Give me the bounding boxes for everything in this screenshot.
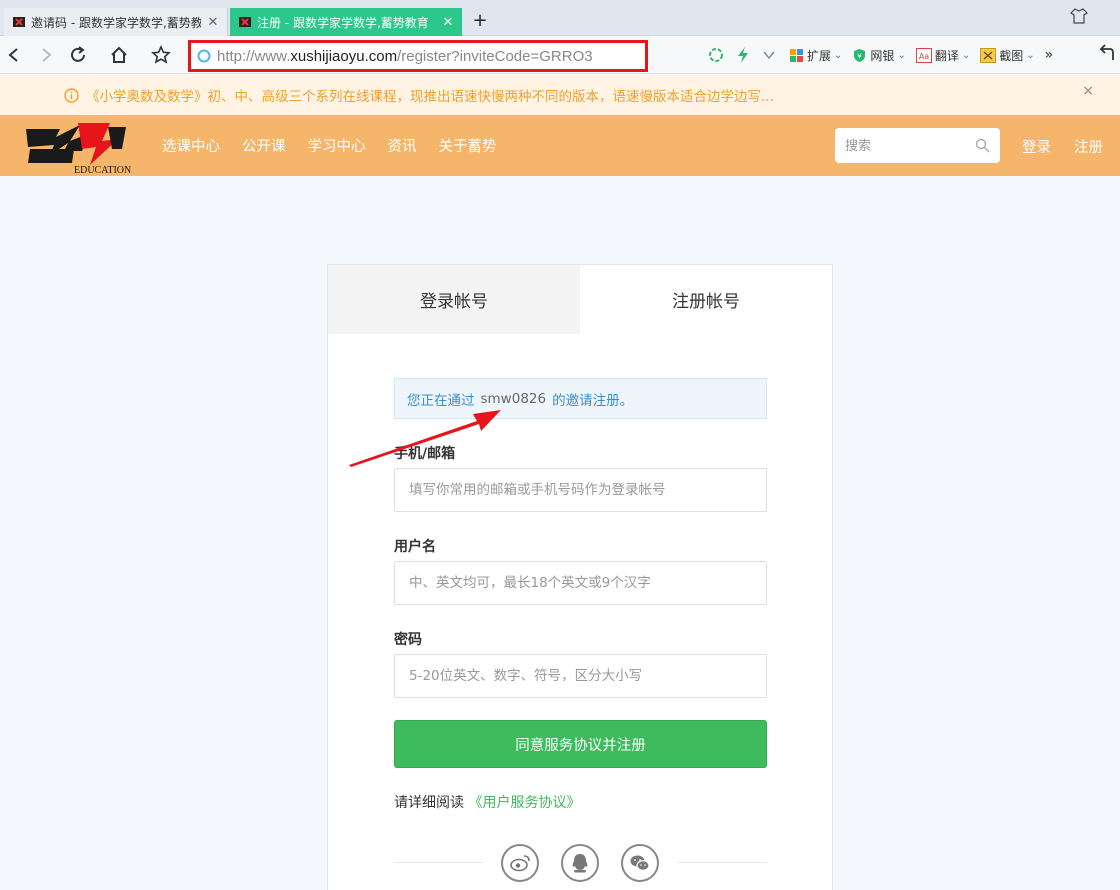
tab-title: 注册 - 跟数学家学数学,蓄势教育	[257, 15, 429, 30]
account-tabs: 登录帐号 注册帐号	[328, 265, 832, 334]
home-icon[interactable]	[107, 43, 131, 67]
qq-login-button[interactable]	[561, 844, 599, 882]
browser-toolbar: 扩展 ⌄ ¥ 网银 ⌄ Aa 翻译 ⌄ 截图 ⌄ »	[708, 43, 1063, 67]
tab-title: 邀请码 - 跟数学家学数学,蓄势教	[31, 15, 201, 30]
undo-icon[interactable]	[1098, 44, 1114, 66]
search-icon[interactable]	[975, 138, 990, 153]
new-tab-button[interactable]: +	[470, 10, 490, 34]
forward-icon[interactable]	[34, 43, 58, 67]
user-agreement-link[interactable]: 《用户服务协议》	[468, 795, 580, 811]
agreement-note: 请详细阅读 《用户服务协议》	[394, 795, 581, 811]
lightning-icon[interactable]	[737, 47, 752, 63]
password-label: 密码	[394, 632, 422, 648]
course-notice-bar: 《小学奥数及数学》初、中、高级三个系列在线课程，现推出语速快慢两种不同的版本，语…	[0, 75, 1120, 115]
url-text: http://www.xushijiaoyu.com/register?invi…	[217, 47, 593, 65]
wechat-icon	[630, 855, 650, 871]
username-label: 用户名	[394, 539, 436, 555]
nav-learning-center[interactable]: 学习中心	[308, 135, 366, 156]
shield-icon: ¥	[854, 48, 866, 62]
agree-register-button[interactable]: 同意服务协议并注册	[394, 720, 767, 768]
nav-news[interactable]: 资讯	[388, 135, 417, 156]
close-tab-icon[interactable]: ✕	[440, 15, 456, 30]
nav-open-course[interactable]: 公开课	[242, 135, 286, 156]
reload-icon[interactable]	[66, 43, 90, 67]
username-input[interactable]	[394, 561, 767, 605]
more-tools-button[interactable]: »	[1045, 47, 1054, 63]
account-label: 手机/邮箱	[394, 446, 456, 462]
nav-about[interactable]: 关于蓄势	[439, 135, 497, 156]
url-input[interactable]: http://www.xushijiaoyu.com/register?invi…	[188, 40, 648, 72]
main-nav: 选课中心 公开课 学习中心 资讯 关于蓄势	[162, 115, 519, 176]
notice-text[interactable]: 《小学奥数及数学》初、中、高级三个系列在线课程，现推出语速快慢两种不同的版本，语…	[86, 85, 774, 105]
page-info-icon[interactable]	[197, 49, 211, 63]
weibo-icon	[510, 855, 530, 872]
chevron-down-icon[interactable]	[762, 48, 779, 62]
account-input[interactable]	[394, 468, 767, 512]
browser-tab-bar: 邀请码 - 跟数学家学数学,蓄势教 ✕ 注册 - 跟数学家学数学,蓄势教育 ✕ …	[0, 0, 1120, 36]
svg-text:Aa: Aa	[919, 52, 929, 61]
close-tab-icon[interactable]: ✕	[205, 15, 221, 30]
translate-button[interactable]: Aa 翻译 ⌄	[915, 47, 970, 64]
back-icon[interactable]	[2, 43, 26, 67]
scissors-icon	[980, 47, 997, 63]
site-logo[interactable]: EDUCATION	[20, 119, 142, 175]
close-notice-icon[interactable]: ×	[1082, 83, 1094, 99]
site-header: EDUCATION 选课中心 公开课 学习中心 资讯 关于蓄势 登录 注册	[0, 115, 1120, 176]
weibo-login-button[interactable]	[501, 844, 539, 882]
extensions-button[interactable]: 扩展 ⌄	[789, 47, 842, 64]
skin-icon[interactable]	[1070, 8, 1088, 24]
browser-address-bar: http://www.xushijiaoyu.com/register?invi…	[0, 37, 1120, 74]
bookmark-star-icon[interactable]	[149, 43, 173, 67]
nav-course-center[interactable]: 选课中心	[162, 135, 220, 156]
tab-login[interactable]: 登录帐号	[328, 265, 580, 334]
register-card: 登录帐号 注册帐号 您正在通过smw0826的邀请注册。 手机/邮箱 用户名 密…	[327, 264, 833, 890]
info-icon	[64, 87, 79, 103]
social-divider	[394, 862, 484, 863]
svg-text:EDUCATION: EDUCATION	[74, 165, 131, 175]
search-input[interactable]	[845, 138, 975, 153]
bank-button[interactable]: ¥ 网银 ⌄	[852, 47, 906, 64]
login-link[interactable]: 登录	[1022, 136, 1051, 157]
extensions-icon	[790, 48, 803, 62]
svg-text:¥: ¥	[858, 52, 863, 60]
qq-icon	[572, 854, 588, 873]
password-input[interactable]	[394, 654, 767, 698]
site-favicon-icon	[13, 17, 25, 27]
translate-icon: Aa	[915, 47, 932, 63]
register-link[interactable]: 注册	[1074, 136, 1103, 157]
social-divider	[677, 862, 767, 863]
site-search	[835, 128, 1000, 163]
accelerator-icon[interactable]	[708, 47, 727, 63]
wechat-login-button[interactable]	[621, 844, 659, 882]
screenshot-button[interactable]: 截图 ⌄	[980, 47, 1035, 64]
site-favicon-icon	[239, 17, 251, 27]
tab-register[interactable]: 注册帐号	[580, 265, 832, 334]
invite-code: smw0826	[480, 390, 547, 407]
browser-tab-invite[interactable]: 邀请码 - 跟数学家学数学,蓄势教 ✕	[4, 8, 228, 36]
browser-tab-register[interactable]: 注册 - 跟数学家学数学,蓄势教育 ✕	[230, 8, 462, 36]
invite-notice: 您正在通过 smw0826 的邀请注册。	[394, 378, 767, 419]
